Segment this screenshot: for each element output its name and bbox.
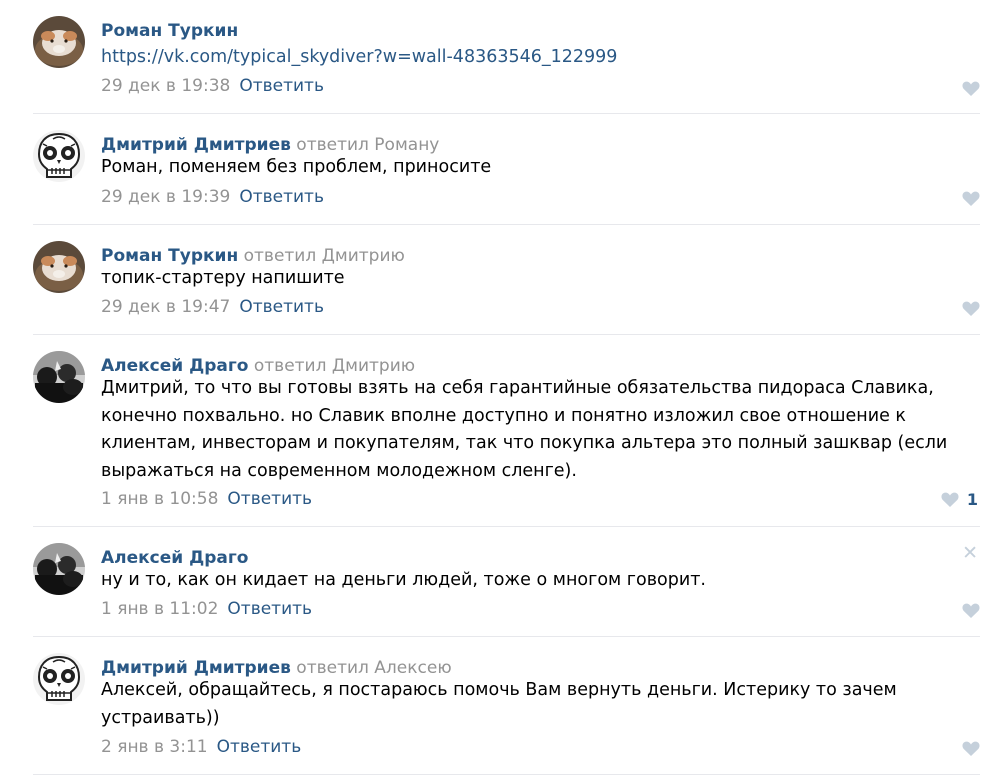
comment: Дмитрий Дмитриев ответил Роману Роман, п… [33,114,980,225]
author-name[interactable]: Дмитрий Дмитриев [101,658,291,678]
user-photo-sugar-skull-icon [33,130,85,182]
heart-icon [962,603,980,618]
comment-link[interactable]: https://vk.com/typical_skydiver?w=wall-4… [101,44,970,72]
comment-date[interactable]: 29 дек в 19:39 [101,187,230,207]
like-button[interactable]: 1 [941,490,980,509]
comment-header: Алексей Драго [101,547,248,569]
user-photo-guinea-pig-icon [33,16,85,68]
comment-meta: 29 дек в 19:39 Ответить [101,186,324,208]
comment: Алексей Драго ну и то, как он кидает на … [33,527,980,637]
author-name[interactable]: Дмитрий Дмитриев [101,135,291,155]
like-button[interactable] [962,603,980,618]
user-photo-guinea-pig-icon [33,241,85,293]
comment-text: Алексей, обращайтесь, я постараюсь помоч… [101,680,897,728]
close-icon[interactable]: ✕ [962,544,978,563]
reply-button[interactable]: Ответить [227,489,312,509]
comment: Роман Туркин https://vk.com/typical_skyd… [33,0,980,114]
comment-meta: 29 дек в 19:38 Ответить [101,75,324,97]
comment-header: Алексей Драго ответил Дмитрию [101,355,415,377]
avatar[interactable] [33,543,85,595]
heart-icon [962,741,980,756]
heart-icon [962,81,980,96]
comment-meta: 29 дек в 19:47 Ответить [101,296,324,318]
reply-button[interactable]: Ответить [239,187,324,207]
comment-header: Дмитрий Дмитриев ответил Роману [101,134,439,156]
comment-header: Роман Туркин [101,20,238,42]
author-name[interactable]: Алексей Драго [101,548,248,568]
comment: Роман Туркин ответил Дмитрию топик-старт… [33,225,980,335]
like-count[interactable]: 1 [967,490,978,509]
avatar[interactable] [33,241,85,293]
comment-date[interactable]: 29 дек в 19:47 [101,297,230,317]
reply-to-label[interactable]: ответил Алексею [296,658,451,678]
comment-text: Дмитрий, то что вы готовы взять на себя … [101,378,948,481]
user-photo-dark-crowd-icon [33,543,85,595]
comment-date[interactable]: 1 янв в 10:58 [101,489,218,509]
comment-meta: 1 янв в 10:58 Ответить [101,488,312,510]
avatar[interactable] [33,351,85,403]
heart-icon [941,492,959,507]
comment-date[interactable]: 2 янв в 3:11 [101,737,208,757]
comment-meta: 2 янв в 3:11 Ответить [101,736,301,758]
author-name[interactable]: Роман Туркин [101,21,238,41]
like-button[interactable] [962,191,980,206]
comment-meta: 1 янв в 11:02 Ответить [101,598,312,620]
reply-button[interactable]: Ответить [239,76,324,96]
comment-text: ну и то, как он кидает на деньги людей, … [101,570,706,590]
comment-date[interactable]: 29 дек в 19:38 [101,76,230,96]
author-name[interactable]: Роман Туркин [101,246,238,266]
like-button[interactable] [962,81,980,96]
reply-to-label[interactable]: ответил Дмитрию [244,246,405,266]
comment-header: Дмитрий Дмитриев ответил Алексею [101,657,452,679]
comment-header: Роман Туркин ответил Дмитрию [101,245,405,267]
comment-text: топик-стартеру напишите [101,268,345,288]
like-button[interactable] [962,301,980,316]
comment-date[interactable]: 1 янв в 11:02 [101,599,218,619]
avatar[interactable] [33,16,85,68]
author-name[interactable]: Алексей Драго [101,356,248,376]
comment: Алексей Драго ответил Дмитрию Дмитрий, т… [33,335,980,527]
comment: Дмитрий Дмитриев ответил Алексею Алексей… [33,637,980,775]
reply-button[interactable]: Ответить [227,599,312,619]
user-photo-dark-crowd-icon [33,351,85,403]
comment-text: Роман, поменяем без проблем, приносите [101,157,492,177]
avatar[interactable] [33,130,85,182]
heart-icon [962,191,980,206]
reply-to-label[interactable]: ответил Роману [296,135,439,155]
comments-thread: Роман Туркин https://vk.com/typical_skyd… [0,0,995,777]
like-button[interactable] [962,741,980,756]
user-photo-sugar-skull-icon [33,653,85,705]
reply-button[interactable]: Ответить [239,297,324,317]
heart-icon [962,301,980,316]
reply-button[interactable]: Ответить [217,737,302,757]
avatar[interactable] [33,653,85,705]
reply-to-label[interactable]: ответил Дмитрию [254,356,415,376]
